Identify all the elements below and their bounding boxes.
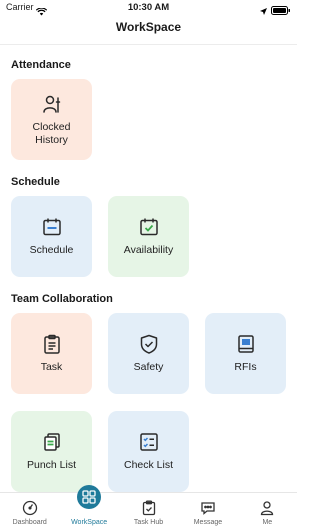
card-check-list[interactable]: Check List — [108, 411, 189, 492]
person-icon — [258, 499, 276, 517]
checklist-icon — [138, 431, 160, 453]
card-label: Task — [40, 361, 63, 373]
clipboard-icon — [41, 333, 63, 355]
card-schedule[interactable]: Schedule — [11, 196, 92, 277]
tab-me[interactable]: Me — [238, 493, 297, 528]
tab-workspace[interactable]: WorkSpace — [59, 485, 118, 528]
card-availability[interactable]: Availability — [108, 196, 189, 277]
section-title-attendance: Attendance — [11, 59, 71, 71]
card-label: Punch List — [26, 459, 77, 471]
battery-icon — [271, 2, 291, 20]
card-clocked-history[interactable]: Clocked History — [11, 79, 92, 160]
card-label: Schedule — [29, 244, 74, 256]
punch-list-icon — [41, 431, 63, 453]
section-title-team-collaboration: Team Collaboration — [11, 293, 113, 305]
tab-label: WorkSpace — [71, 519, 108, 526]
status-bar: Carrier 10:30 AM — [0, 0, 297, 16]
status-time: 10:30 AM — [127, 2, 170, 13]
grid-icon — [77, 485, 102, 509]
card-task[interactable]: Task — [11, 313, 92, 394]
shield-check-icon — [138, 333, 160, 355]
calendar-check-icon — [138, 216, 160, 238]
card-label: Check List — [123, 459, 174, 471]
calendar-icon — [41, 216, 63, 238]
card-rfis[interactable]: RFIs — [205, 313, 286, 394]
task-hub-icon — [140, 499, 158, 517]
card-label: Availability — [123, 244, 174, 256]
chat-icon — [199, 499, 217, 517]
card-label: Safety — [133, 361, 164, 373]
tab-label: Me — [262, 519, 273, 526]
section-title-schedule: Schedule — [11, 176, 60, 188]
tab-dashboard[interactable]: Dashboard — [0, 493, 59, 528]
tab-label: Dashboard — [12, 519, 47, 526]
location-arrow-icon — [260, 2, 267, 20]
tab-label: Task Hub — [133, 519, 164, 526]
nav-divider — [0, 44, 297, 45]
card-punch-list[interactable]: Punch List — [11, 411, 92, 492]
page-title: WorkSpace — [115, 20, 182, 34]
status-right — [260, 2, 291, 20]
card-safety[interactable]: Safety — [108, 313, 189, 394]
tab-message[interactable]: Message — [178, 493, 237, 528]
card-label: RFIs — [234, 361, 257, 373]
tab-bar: Dashboard WorkSpace Task Hub Message Me — [0, 485, 297, 528]
tab-label: Message — [193, 519, 223, 526]
card-label: Clocked History — [32, 120, 71, 146]
gauge-icon — [21, 499, 39, 517]
book-icon — [235, 333, 257, 355]
tab-task-hub[interactable]: Task Hub — [119, 493, 178, 528]
clocked-history-icon — [41, 93, 63, 115]
